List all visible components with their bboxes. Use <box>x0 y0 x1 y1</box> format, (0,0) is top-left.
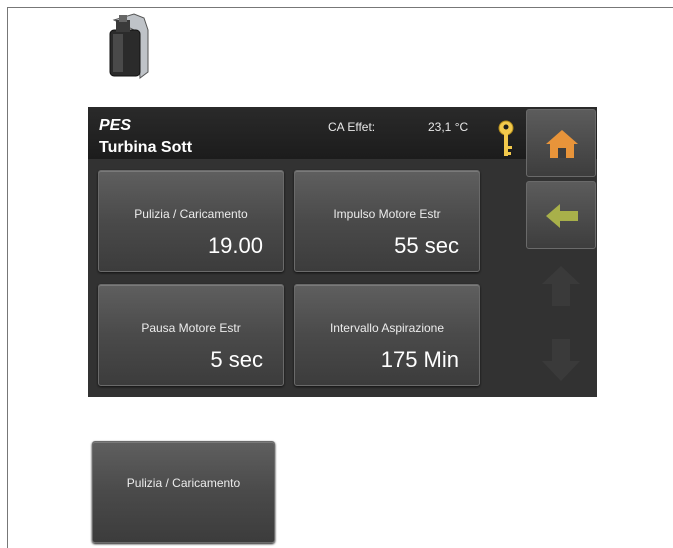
tile-label: Impulso Motore Estr <box>333 207 441 221</box>
key-icon <box>498 120 514 160</box>
tile-label: Pulizia / Caricamento <box>134 207 248 221</box>
frame-border-left <box>7 7 8 548</box>
tile-label: Pulizia / Caricamento <box>126 476 241 490</box>
tile-value: 5 sec <box>210 347 263 372</box>
tile-label: Intervallo Aspirazione <box>329 321 445 335</box>
tile-pulizia-caricamento[interactable]: Pulizia / Caricamento 19.00 <box>98 170 284 272</box>
tile-value: 19.00 <box>207 233 263 258</box>
device-icon <box>104 12 156 82</box>
reading-value: 23,1 °C <box>428 120 469 134</box>
tile-value: 55 sec <box>394 233 459 258</box>
tile-impulso-motore-estr[interactable]: Impulso Motore Estr 55 sec <box>294 170 480 272</box>
tile-intervallo-aspirazione[interactable]: Intervallo Aspirazione 175 Min <box>294 284 480 386</box>
back-button[interactable] <box>526 181 596 249</box>
tile-pausa-motore-estr[interactable]: Pausa Motore Estr 5 sec <box>98 284 284 386</box>
control-panel: PES Turbina Sott CA Effet: 23,1 °C Puliz… <box>88 107 597 397</box>
frame-border-top <box>7 7 673 8</box>
panel-title: PES <box>99 117 132 134</box>
panel-header: PES Turbina Sott CA Effet: 23,1 °C <box>88 107 597 159</box>
home-button[interactable] <box>526 109 596 177</box>
arrow-left-icon <box>546 204 578 228</box>
reading-label: CA Effet: <box>328 120 376 134</box>
arrow-down-icon[interactable] <box>538 335 584 383</box>
tile-pulizia-caricamento-detail[interactable]: Pulizia / Caricamento <box>92 441 275 543</box>
arrow-up-icon[interactable] <box>538 262 584 310</box>
home-icon <box>546 130 578 158</box>
tile-label: Pausa Motore Estr <box>141 321 241 335</box>
tile-value: 175 Min <box>380 347 459 372</box>
panel-subtitle: Turbina Sott <box>99 139 193 156</box>
